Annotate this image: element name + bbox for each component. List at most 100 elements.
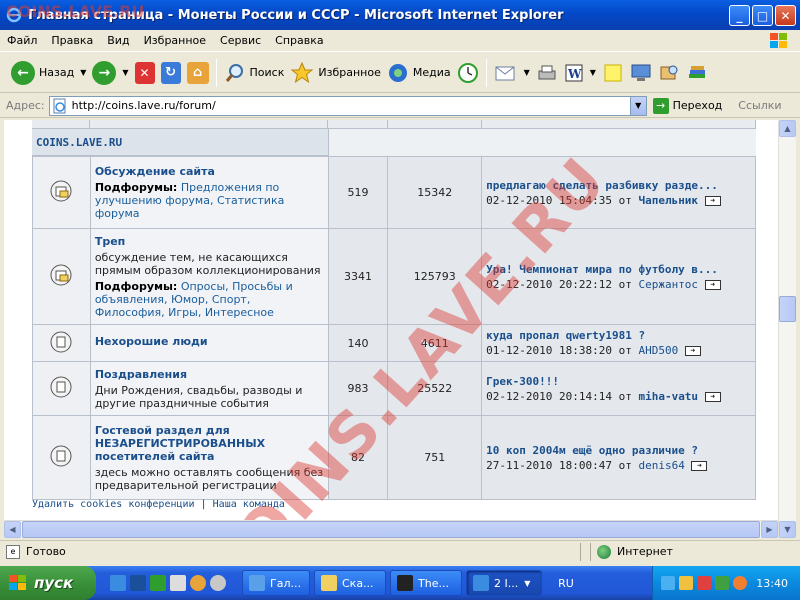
research-icon [660,65,678,79]
shield-tray-icon[interactable] [679,576,693,590]
forum-description: Дни Рождения, свадьбы, разводы и другие … [94,383,303,410]
edit-dropdown-icon[interactable]: ▼ [590,68,596,77]
last-post-user[interactable]: Чапельник [638,194,698,207]
windows-logo-icon [9,575,26,590]
goto-post-icon[interactable]: ➜ [691,460,708,471]
forum-info-cell: Обсуждение сайта Подфорумы: Предложения … [89,156,329,229]
antivirus-tray-icon[interactable] [697,576,711,590]
menu-help[interactable]: Справка [268,34,330,47]
search-button[interactable]: Поиск [221,56,288,90]
books-button[interactable] [683,56,711,90]
task-group-dropdown-icon: ▼ [524,578,531,588]
goto-post-icon[interactable]: ➜ [704,279,721,290]
maximize-button[interactable]: □ [752,5,773,26]
notepad-quicklaunch-icon[interactable] [170,575,186,591]
menu-edit[interactable]: Правка [44,34,100,47]
status-text: Готово [26,545,66,558]
last-post-user[interactable]: miha-vatu [638,390,698,403]
forward-arrow-icon: → [92,60,117,85]
forum-rows: Обсуждение сайта Подфорумы: Предложения … [32,156,756,500]
forum-title[interactable]: Нехорошие люди [95,335,324,348]
ie-quicklaunch-icon[interactable] [110,575,126,591]
goto-post-icon[interactable]: ➜ [704,195,721,206]
messenger-button[interactable] [627,56,655,90]
task-gallery[interactable]: Гал... [242,570,310,596]
home-button[interactable]: ⌂ [184,56,212,90]
task-app-icon [397,575,413,591]
stop-button[interactable]: ✕ [132,56,158,90]
start-button[interactable]: пуск [0,566,96,600]
subforums-label: Подфорумы: [94,181,178,194]
horizontal-scroll-thumb[interactable] [22,521,760,538]
toolbar: ← Назад ▼ → ▼ ✕ ↻ ⌂ Поиск Избранное Меди… [0,53,800,93]
last-post-title[interactable]: Грек-300!!! [486,375,751,388]
scroll-right-icon[interactable]: ▶ [761,521,778,538]
address-dropdown-icon[interactable]: ▼ [629,96,646,115]
menu-view[interactable]: Вид [100,34,136,47]
excel-quicklaunch-icon[interactable] [150,575,166,591]
address-input[interactable]: http://coins.lave.ru/forum/ ▼ [48,95,647,116]
clock[interactable]: 13:40 [756,577,788,590]
table-row: Треп обсуждение тем, не касающихся прямы… [32,228,756,325]
update-tray-icon[interactable] [715,576,729,590]
delete-cookies-link[interactable]: Удалить cookies конференции [32,499,195,510]
menu-favorites[interactable]: Избранное [137,34,213,47]
go-arrow-icon: → [652,97,669,114]
back-button[interactable]: ← Назад ▼ [8,56,89,90]
stop-icon: ✕ [134,61,155,84]
favorites-button[interactable]: Избранное [287,56,383,90]
last-post-title[interactable]: 10 коп 2004м ещё одно различие ? [486,444,751,457]
refresh-button[interactable]: ↻ [158,56,184,90]
go-button[interactable]: → Переход [652,97,723,114]
forum-info-cell: Нехорошие люди [89,324,329,362]
last-post-user[interactable]: Сержантос [638,278,698,291]
task-the[interactable]: The... [390,570,462,596]
history-button[interactable] [454,56,482,90]
scroll-down-icon[interactable]: ▼ [779,521,796,538]
forum-title[interactable]: Треп [95,235,324,248]
last-post-meta: 02-12-2010 20:14:14 от miha-vatu ➜ [486,390,751,403]
minimize-button[interactable]: _ [729,5,750,26]
goto-post-icon[interactable]: ➜ [704,391,721,402]
mail-dropdown-icon[interactable]: ▼ [524,68,530,77]
cd-quicklaunch-icon[interactable] [210,575,226,591]
print-button[interactable] [533,56,561,90]
last-post-title[interactable]: куда пропал qwerty1981 ? [486,329,751,342]
volume-tray-icon[interactable] [733,576,747,590]
media-quicklaunch-icon[interactable] [190,575,206,591]
task-scan[interactable]: Ска... [314,570,386,596]
go-label: Переход [672,99,723,112]
scroll-up-icon[interactable]: ▲ [779,120,796,137]
scroll-left-icon[interactable]: ◀ [4,521,21,538]
topics-count: 519 [327,156,389,229]
menu-file[interactable]: Файл [0,34,44,47]
edit-button[interactable]: W ▼ [561,56,599,90]
forum-title[interactable]: Обсуждение сайта [95,165,324,178]
goto-post-icon[interactable]: ➜ [684,346,701,356]
category-title[interactable]: COINS.LAVE.RU [32,136,328,149]
page-viewport[interactable]: COINS.LAVE.RU Обсуждение сайта Подфорумы… [4,120,778,520]
forum-read-icon [50,445,72,467]
menu-tools[interactable]: Сервис [213,34,268,47]
links-button[interactable]: Ссылки [738,99,781,112]
language-indicator[interactable]: RU [548,566,584,600]
vertical-scroll-thumb[interactable] [779,296,796,322]
network-tray-icon[interactable] [661,576,675,590]
task-ie-group[interactable]: 2 I... ▼ [466,570,542,596]
horizontal-scrollbar[interactable]: ◀ ▶ [4,520,778,538]
vertical-scrollbar[interactable]: ▲ ▼ [778,120,796,538]
refresh-icon: ↻ [160,61,181,84]
discuss-button[interactable] [599,56,627,90]
favorites-star-icon [290,61,314,83]
forward-dropdown-icon[interactable]: ▼ [122,68,128,77]
forum-title[interactable]: Поздравления [95,368,324,381]
back-dropdown-icon[interactable]: ▼ [80,68,86,77]
close-button[interactable]: ✕ [775,5,796,26]
last-post-user[interactable]: AHD500 [638,344,678,357]
word-quicklaunch-icon[interactable] [130,575,146,591]
last-post-user[interactable]: denis64 [638,459,684,472]
mail-button[interactable]: ▼ [491,56,533,90]
media-button[interactable]: Медиа [384,56,454,90]
research-button[interactable] [655,56,683,90]
forward-button[interactable]: → ▼ [89,56,131,90]
